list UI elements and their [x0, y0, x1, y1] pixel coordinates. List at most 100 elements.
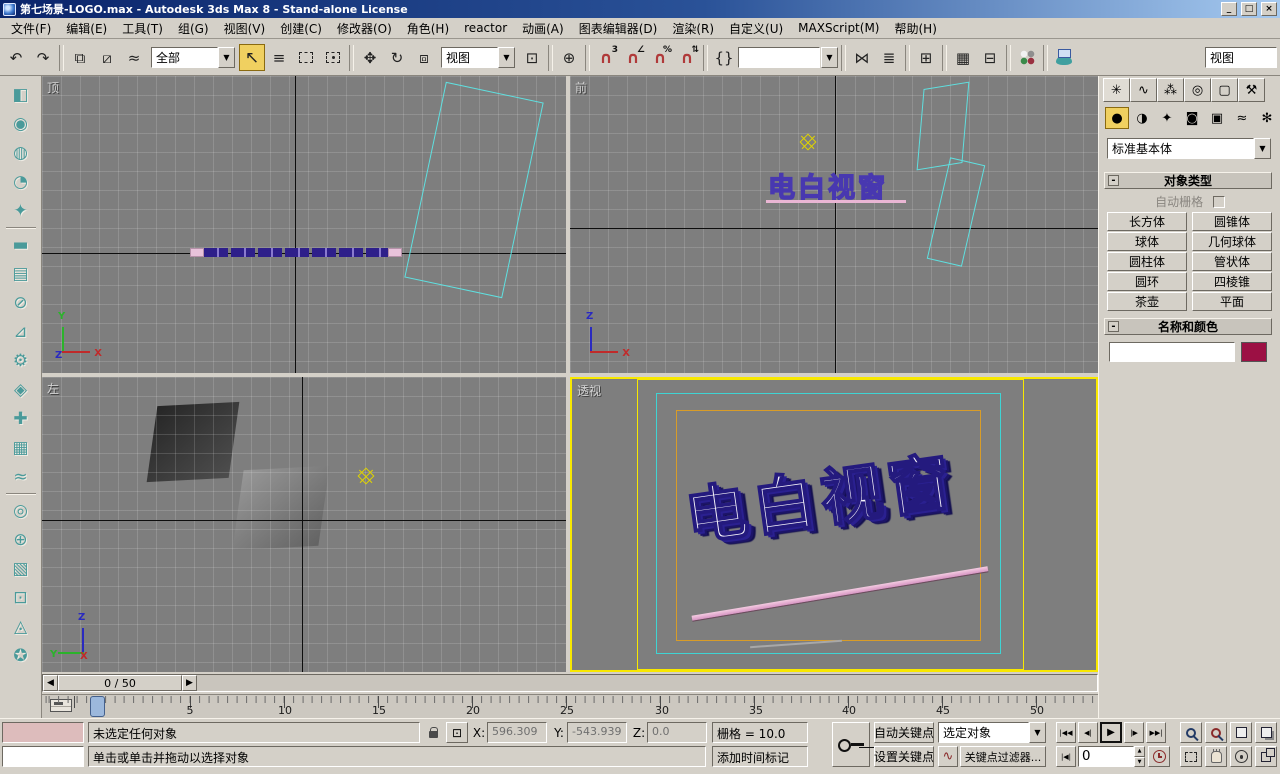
menu-character[interactable]: 角色(H)	[400, 18, 456, 39]
object-color-swatch[interactable]	[1241, 342, 1267, 362]
selection-filter-dropdown[interactable]: 全部 ▼	[151, 47, 235, 68]
add-time-tag[interactable]: 添加时间标记	[712, 746, 808, 767]
tab-hierarchy[interactable]: ⁂	[1157, 78, 1184, 102]
category-cameras-button[interactable]: ◙	[1180, 107, 1204, 129]
helper-marker[interactable]	[800, 134, 817, 151]
select-and-scale-button[interactable]: ⧈	[411, 44, 437, 71]
linear-dashpot-icon[interactable]: ⊘	[6, 288, 36, 317]
pyramid-button[interactable]: 四棱锥	[1192, 272, 1272, 291]
cloth-collection-icon[interactable]: ◉	[6, 109, 36, 138]
name-color-rollout-header[interactable]: - 名称和颜色	[1104, 318, 1272, 335]
cylinder-button[interactable]: 圆柱体	[1107, 252, 1187, 271]
unlink-selection-button[interactable]: ⧄	[94, 44, 120, 71]
schematic-view-button[interactable]: ⊟	[977, 44, 1003, 71]
menu-modifiers[interactable]: 修改器(O)	[330, 18, 399, 39]
zoom-all-button[interactable]	[1205, 722, 1227, 743]
next-frame-button[interactable]: |▶	[1124, 722, 1144, 743]
water-icon[interactable]: ≈	[6, 462, 36, 491]
motor-icon[interactable]: ⚙	[6, 346, 36, 375]
previous-frame-button[interactable]: ◀|	[1078, 722, 1098, 743]
cone-button[interactable]: 圆锥体	[1192, 212, 1272, 231]
tab-create[interactable]: ✳	[1103, 78, 1130, 102]
time-slider-right-arrow[interactable]: ▶	[182, 675, 197, 691]
object-name-input[interactable]	[1109, 342, 1235, 362]
pan-button[interactable]	[1205, 746, 1227, 767]
viewport-perspective-label[interactable]: 透视	[577, 382, 601, 399]
logo-object-top-view[interactable]	[190, 248, 402, 257]
time-slider-grip[interactable]: 0 / 50	[58, 675, 182, 691]
selection-set-dropdown[interactable]: 选定对象 ▼	[938, 722, 1046, 743]
geosphere-button[interactable]: 几何球体	[1192, 232, 1272, 251]
title-bar[interactable]: 第七场景-LOGO.max - Autodesk 3ds Max 8 - Sta…	[0, 0, 1280, 18]
deforming-mesh-collection-icon[interactable]: ✦	[6, 196, 36, 225]
ragdoll-constraint-icon[interactable]: ⊕	[6, 525, 36, 554]
menu-tools[interactable]: 工具(T)	[115, 18, 170, 39]
window-crossing-button[interactable]	[320, 44, 346, 71]
x-coordinate-field[interactable]: 596.309	[487, 722, 547, 743]
fracture-icon[interactable]: ▦	[6, 433, 36, 462]
autogrid-checkbox[interactable]	[1213, 196, 1225, 208]
reference-coordinate-dropdown[interactable]: 视图 ▼	[441, 47, 515, 68]
zoom-extents-button[interactable]	[1230, 722, 1252, 743]
go-to-start-button[interactable]: |◀◀	[1056, 722, 1076, 743]
menu-animation[interactable]: 动画(A)	[515, 18, 571, 39]
toy-car-icon[interactable]: ✚	[6, 404, 36, 433]
menu-edit[interactable]: 编辑(E)	[59, 18, 114, 39]
set-key-button[interactable]: 设置关键点	[874, 746, 934, 767]
category-helpers-button[interactable]: ▣	[1205, 107, 1229, 129]
mirror-button[interactable]: ⋈	[849, 44, 875, 71]
tube-button[interactable]: 管状体	[1192, 252, 1272, 271]
category-systems-button[interactable]: ✻	[1255, 107, 1279, 129]
select-object-button[interactable]: ↖	[239, 44, 265, 71]
bind-to-spacewarp-button[interactable]: ≈	[121, 44, 147, 71]
percent-snap-button[interactable]: ∩%	[647, 44, 673, 71]
tab-utilities[interactable]: ⚒	[1238, 78, 1265, 102]
viewport-left[interactable]: 左 Z Y X	[42, 377, 566, 672]
tab-display[interactable]: ▢	[1211, 78, 1238, 102]
z-coordinate-field[interactable]: 0.0	[647, 722, 707, 743]
menu-help[interactable]: 帮助(H)	[887, 18, 943, 39]
teapot-button[interactable]: 茶壶	[1107, 292, 1187, 311]
selection-lock-toggle[interactable]	[424, 722, 442, 743]
category-lights-button[interactable]: ✦	[1155, 107, 1179, 129]
frame-spinner[interactable]: ▲ ▼	[1134, 746, 1145, 767]
point-point-constraint-icon[interactable]: ⊡	[6, 583, 36, 612]
category-geometry-button[interactable]: ●	[1105, 107, 1129, 129]
wireframe-plane-object[interactable]	[917, 82, 970, 171]
track-bar-frame-grip[interactable]	[90, 696, 105, 717]
render-view-field[interactable]: 视图	[1205, 47, 1277, 68]
plane-button[interactable]: 平面	[1192, 292, 1272, 311]
collapse-icon[interactable]: -	[1108, 175, 1119, 186]
wind-icon[interactable]: ◈	[6, 375, 36, 404]
zoom-extents-all-button[interactable]	[1255, 722, 1277, 743]
tab-motion[interactable]: ◎	[1184, 78, 1211, 102]
material-editor-button[interactable]	[1014, 44, 1040, 71]
set-keys-button[interactable]	[832, 722, 870, 767]
tab-modify[interactable]: ∿	[1130, 78, 1157, 102]
constraint-solver-icon[interactable]: ◎	[6, 496, 36, 525]
undo-button[interactable]: ↶	[3, 44, 29, 71]
logo-underline-object[interactable]	[766, 200, 906, 203]
key-filters-curve-icon[interactable]: ∿	[938, 746, 958, 767]
preview-animation-icon[interactable]: ✪	[6, 641, 36, 670]
hinge-constraint-icon[interactable]: ▧	[6, 554, 36, 583]
logo-block-light-object[interactable]	[232, 466, 329, 551]
helper-marker[interactable]	[358, 468, 375, 485]
menu-file[interactable]: 文件(F)	[4, 18, 58, 39]
named-selection-sets-button[interactable]: {}	[711, 44, 737, 71]
rope-collection-icon[interactable]: ◔	[6, 167, 36, 196]
select-and-move-button[interactable]: ✥	[357, 44, 383, 71]
menu-customize[interactable]: 自定义(U)	[722, 18, 790, 39]
minimize-button[interactable]: _	[1221, 2, 1237, 16]
menu-maxscript[interactable]: MAXScript(M)	[791, 19, 886, 37]
menu-reactor[interactable]: reactor	[457, 19, 514, 37]
select-and-link-button[interactable]: ⧉	[67, 44, 93, 71]
viewport-perspective[interactable]: 透视 电白视窗	[570, 377, 1098, 672]
spinner-up-icon[interactable]: ▲	[1134, 746, 1145, 757]
menu-views[interactable]: 视图(V)	[217, 18, 273, 39]
absolute-mode-toggle[interactable]: ⊡	[446, 722, 468, 743]
torus-button[interactable]: 圆环	[1107, 272, 1187, 291]
min-max-toggle-button[interactable]	[1255, 746, 1277, 767]
wireframe-plane-object[interactable]	[927, 157, 985, 266]
angular-dashpot-icon[interactable]: ⊿	[6, 317, 36, 346]
